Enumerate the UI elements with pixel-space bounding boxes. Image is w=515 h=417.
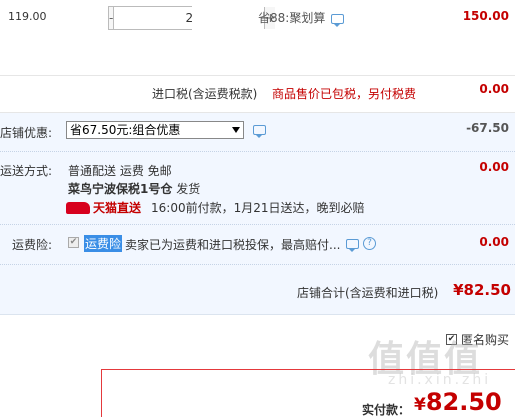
discount-value: -67.50	[466, 121, 509, 135]
ship-word: 发货	[176, 182, 201, 196]
payment-currency: ¥	[414, 395, 426, 415]
store-total-label: 店铺合计(含运费和进口税)	[297, 286, 439, 300]
dropdown-arrow-icon	[232, 127, 240, 133]
tmall-direct-label: 天猫直送	[93, 201, 142, 215]
delivery-promise: 16:00前付款，1月21日送达，晚到必赔	[151, 201, 365, 215]
insurance-text: 卖家已为运费和进口税投保，最高赔付...	[125, 238, 341, 252]
shipping-method: 普通配送 运费 免邮	[68, 164, 172, 178]
unit-price: 119.00	[8, 10, 47, 23]
store-total-value: ¥82.50	[453, 281, 511, 299]
store-discount-row: 店铺优惠: 省67.50元:组合优惠 -67.50	[0, 113, 515, 152]
shipping-label: 运送方式:	[0, 164, 53, 178]
tmall-cat-icon	[66, 201, 90, 214]
qty-input[interactable]	[114, 7, 265, 29]
chat-icon[interactable]	[331, 13, 345, 27]
insurance-value: 0.00	[479, 235, 509, 249]
order-item-row: 119.00 - + 省88:聚划算 150.00	[0, 0, 515, 76]
payment-label: 实付款：	[362, 403, 411, 417]
chat-icon[interactable]	[253, 125, 266, 138]
delivery-line: 天猫直送 16:00前付款，1月21日送达，晚到必赔	[66, 199, 365, 216]
insurance-icons: ?	[346, 237, 376, 252]
payment-amount: ¥82.50	[414, 388, 502, 416]
tax-label: 进口税(含运费税款)	[152, 87, 258, 101]
insurance-label: 运费险:	[12, 238, 53, 252]
warehouse-name: 菜鸟宁波保税1号仓	[68, 182, 173, 196]
tax-value: 0.00	[479, 82, 509, 96]
saving-text: 省88:聚划算	[258, 11, 326, 25]
import-tax-row: 进口税(含运费税款) 商品售价已包税，另付税费 0.00	[0, 77, 515, 113]
insurance-row: 运费险: ✔ 运费险 卖家已为运费和进口税投保，最高赔付... ? 0.00	[0, 225, 515, 265]
quantity-stepper[interactable]: - +	[108, 6, 276, 30]
help-icon[interactable]: ?	[363, 237, 376, 250]
insurance-checkbox[interactable]: ✔	[68, 237, 79, 248]
line-total: 150.00	[462, 9, 509, 23]
shipping-value: 0.00	[479, 160, 509, 174]
shipping-warehouse-line: 菜鸟宁波保税1号仓 发货	[68, 180, 200, 197]
chat-icon[interactable]	[346, 238, 359, 252]
payment-value: 82.50	[425, 388, 502, 416]
insurance-tag: 运费险	[84, 235, 123, 252]
tax-note: 商品售价已包税，另付税费	[272, 87, 417, 101]
store-total-row: 店铺合计(含运费和进口税) ¥82.50	[0, 265, 515, 315]
shipping-row: 运送方式: 普通配送 运费 免邮 菜鸟宁波保税1号仓 发货 天猫直送 16:00…	[0, 152, 515, 225]
discount-selected-value: 省67.50元:组合优惠	[70, 123, 181, 137]
saving-info: 省88:聚划算	[258, 9, 345, 27]
discount-select[interactable]: 省67.50元:组合优惠	[66, 121, 244, 139]
discount-label: 店铺优惠:	[0, 126, 53, 140]
